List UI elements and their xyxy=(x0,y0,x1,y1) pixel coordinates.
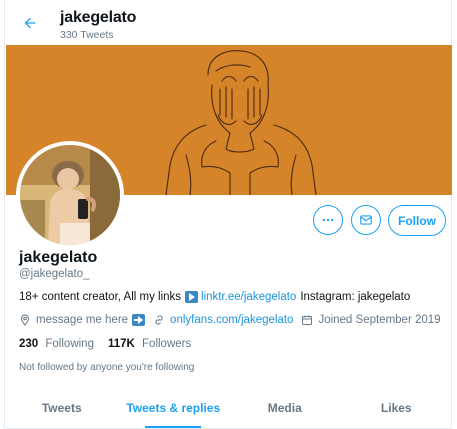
following-count: 230 xyxy=(19,338,39,350)
followers-link[interactable]: 117K Followers xyxy=(108,338,191,350)
more-dots-icon xyxy=(322,218,334,222)
following-label: Following xyxy=(45,338,94,350)
user-handle: @jakegelato_ xyxy=(19,268,90,280)
more-options-button[interactable] xyxy=(313,205,343,235)
bio-instagram-text: Instagram: jakegelato xyxy=(300,291,411,303)
header-title: jakegelato xyxy=(60,9,137,26)
location-pin-icon xyxy=(20,314,30,326)
profile-header: jakegelato 330 Tweets xyxy=(5,0,451,44)
message-button[interactable] xyxy=(351,205,381,235)
link-icon xyxy=(155,315,163,325)
follow-button[interactable]: Follow xyxy=(388,205,446,236)
following-link[interactable]: 230 Following xyxy=(19,338,94,350)
follow-counts: 230 Following 117K Followers xyxy=(19,338,205,350)
banner-illustration xyxy=(165,50,317,195)
profile-page: jakegelato 330 Tweets Follow jakegelato … xyxy=(4,0,452,429)
tab-tweets-and-replies[interactable]: Tweets & replies xyxy=(118,388,230,428)
avatar[interactable] xyxy=(16,141,124,249)
website: onlyfans.com/jakegelato xyxy=(153,314,293,326)
joined-text: Joined September 2019 xyxy=(318,314,441,326)
calendar-icon xyxy=(302,315,313,325)
envelope-icon xyxy=(360,215,372,225)
joined-date: Joined September 2019 xyxy=(301,314,441,326)
bio: 18+ content creator, All my links linktr… xyxy=(19,291,410,303)
profile-meta: message me here onlyfans.com/jakegelato … xyxy=(19,314,449,326)
play-button-emoji-icon xyxy=(185,291,199,303)
right-arrow-emoji-icon xyxy=(132,314,146,326)
followers-count: 117K xyxy=(107,338,135,350)
display-name: jakegelato xyxy=(19,249,98,266)
tab-media[interactable]: Media xyxy=(229,388,341,428)
back-button[interactable] xyxy=(19,12,41,34)
tweet-count: 330 Tweets xyxy=(60,29,114,41)
arrow-left-icon xyxy=(24,17,36,29)
tab-likes[interactable]: Likes xyxy=(341,388,453,428)
website-link[interactable]: onlyfans.com/jakegelato xyxy=(170,314,293,326)
followed-by-text: Not followed by anyone you're following xyxy=(19,362,195,373)
location-text: message me here xyxy=(36,314,129,326)
tab-tweets[interactable]: Tweets xyxy=(6,388,118,428)
bio-text: 18+ content creator, All my links xyxy=(19,291,182,303)
profile-tabs: Tweets Tweets & replies Media Likes xyxy=(6,388,452,429)
location: message me here xyxy=(19,314,146,326)
followers-label: Followers xyxy=(142,338,192,350)
bio-link[interactable]: linktr.ee/jakegelato xyxy=(201,291,296,303)
